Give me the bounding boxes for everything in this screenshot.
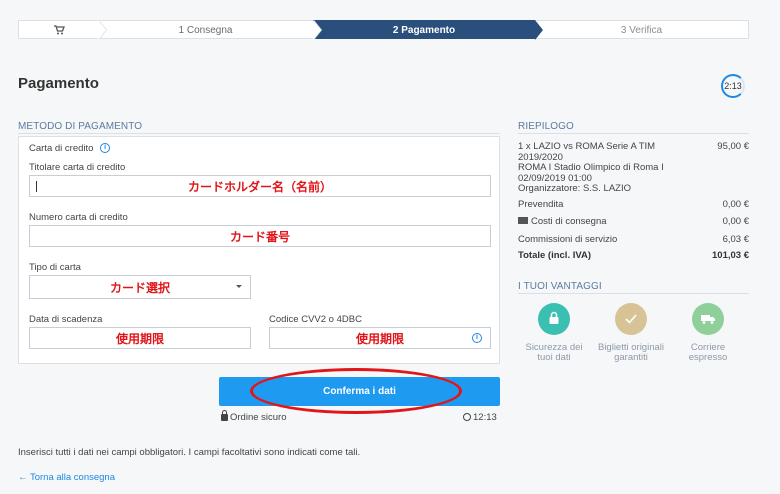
cvv-label: Codice CVV2 o 4DBC: [269, 314, 362, 325]
step-label: 2 Pagamento: [392, 25, 456, 36]
card-type-heading: Carta di credito i: [29, 143, 111, 154]
presale-label: Prevendita: [518, 199, 564, 210]
advantage-secure-data: Sicurezza dei tuoi dati: [518, 303, 590, 363]
required-fields-note: Inserisci tutti i dati nei campi obbliga…: [18, 447, 361, 458]
mail-icon: [518, 217, 528, 224]
card-number-input[interactable]: カード番号: [29, 225, 491, 247]
service-label: Commissioni di servizio: [518, 234, 618, 245]
holder-label: Titolare carta di credito: [29, 162, 126, 173]
presale-row: Prevendita 0,00 €: [518, 199, 749, 210]
truck-icon: [692, 303, 724, 335]
item-title: 1 x LAZIO vs ROMA Serie A TIM: [518, 141, 656, 152]
secure-order: Ordine sicuro: [221, 410, 287, 423]
page-title: Pagamento: [18, 75, 99, 92]
advantage-label: espresso: [688, 352, 728, 363]
step-cart[interactable]: [18, 20, 107, 40]
advantage-original-tickets: Biglietti originali garantiti: [595, 303, 667, 363]
cvv-input[interactable]: 使用期限 i: [269, 327, 491, 349]
lock-icon: [221, 410, 228, 421]
card-holder-input[interactable]: カードホルダー名（名前）: [29, 175, 491, 197]
divider: [18, 133, 500, 134]
advantages-section-title: I TUOI VANTAGGI: [518, 281, 602, 292]
shipping-value: 0,00 €: [722, 216, 749, 227]
advantage-label: garantiti: [614, 352, 648, 363]
countdown-timer: 2:13: [721, 74, 745, 98]
expiry-annotation: 使用期限: [115, 332, 164, 346]
total-label: Totale (incl. IVA): [518, 250, 592, 261]
presale-value: 0,00 €: [722, 199, 749, 210]
info-icon[interactable]: i: [472, 333, 482, 343]
confirm-button[interactable]: Conferma i dati: [219, 377, 500, 406]
number-label: Numero carta di credito: [29, 212, 128, 223]
info-icon[interactable]: i: [100, 143, 111, 154]
credit-card-form: Carta di credito i Titolare carta di cre…: [18, 136, 500, 364]
step-verifica: 3 Verifica: [535, 20, 749, 39]
payment-section-title: METODO DI PAGAMENTO: [18, 121, 143, 132]
step-pagamento: 2 Pagamento: [313, 20, 543, 40]
number-annotation: カード番号: [229, 230, 290, 244]
step-consegna[interactable]: 1 Consegna: [98, 20, 322, 40]
expiry-input[interactable]: 使用期限: [29, 327, 251, 349]
holder-annotation: カードホルダー名（名前）: [187, 180, 332, 194]
card-type-select[interactable]: カード選択: [29, 275, 251, 299]
lock-icon: [538, 303, 570, 335]
card-type-label: Carta di credito: [29, 143, 94, 154]
item-price: 95,00 €: [717, 141, 749, 152]
back-to-delivery-link[interactable]: ← Torna alla consegna: [18, 472, 115, 483]
shipping-label: Costi di consegna: [531, 216, 607, 227]
session-timer: 12:13: [463, 412, 497, 423]
total-value: 101,03 €: [712, 250, 749, 261]
advantage-express-courier: Corriere espresso: [672, 303, 744, 363]
item-venue: ROMA I Stadio Olimpico di Roma I: [518, 162, 664, 173]
secure-label: Ordine sicuro: [230, 412, 287, 423]
divider: [518, 133, 749, 134]
type-annotation: カード選択: [109, 281, 170, 295]
divider: [518, 293, 749, 294]
timer-label: 12:13: [473, 412, 497, 423]
total-row: Totale (incl. IVA) 101,03 €: [518, 250, 749, 261]
summary-section-title: RIEPILOGO: [518, 121, 574, 132]
shipping-row: Costi di consegna 0,00 €: [518, 216, 749, 227]
cart-icon: [53, 25, 65, 35]
checkout-stepper: 1 Consegna 2 Pagamento 3 Verifica: [18, 20, 749, 40]
check-icon: [615, 303, 647, 335]
item-organizer: Organizzatore: S.S. LAZIO: [518, 183, 631, 194]
chevron-down-icon: [236, 285, 242, 288]
service-row: Commissioni di servizio 6,03 €: [518, 234, 749, 245]
service-value: 6,03 €: [722, 234, 749, 245]
step-label: 3 Verifica: [620, 25, 663, 36]
step-label: 1 Consegna: [178, 25, 233, 36]
type-label: Tipo di carta: [29, 262, 81, 273]
advantage-label: tuoi dati: [537, 352, 571, 363]
stopwatch-icon: [463, 413, 471, 421]
expiry-label: Data di scadenza: [29, 314, 103, 325]
summary-item: 1 x LAZIO vs ROMA Serie A TIM 2019/2020 …: [518, 141, 749, 195]
cvv-annotation: 使用期限: [355, 332, 404, 346]
